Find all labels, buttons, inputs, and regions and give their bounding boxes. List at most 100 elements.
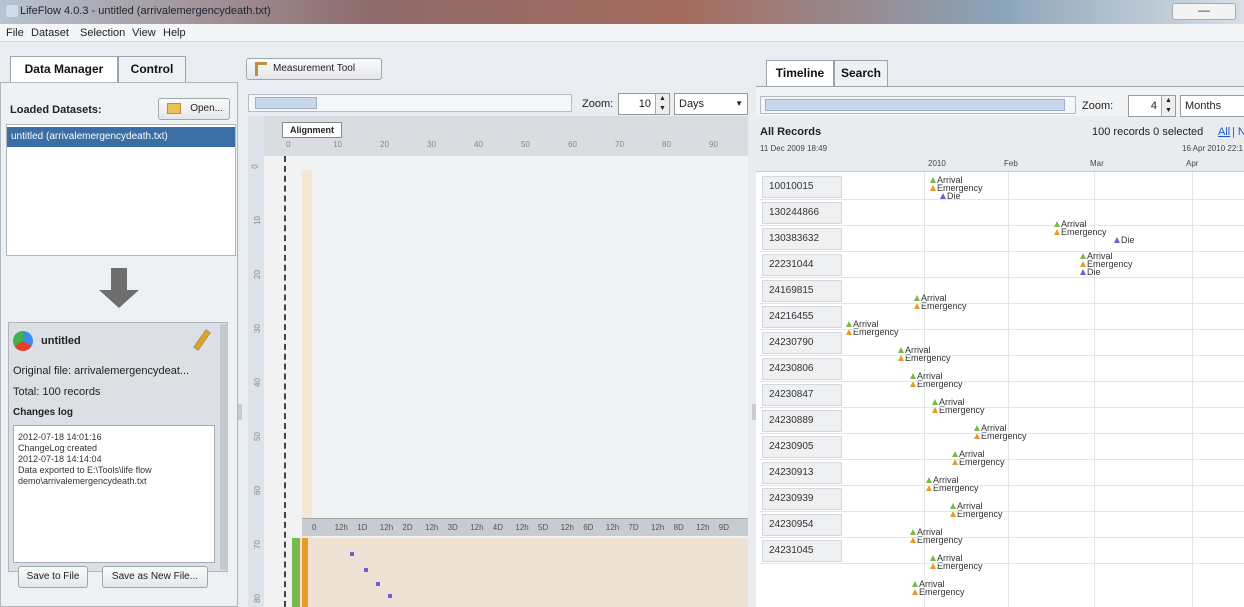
open-button[interactable]: Open...: [158, 98, 230, 120]
dataset-pie-icon: [13, 331, 33, 351]
record-id[interactable]: 24230790: [762, 332, 842, 354]
hour-tick-label: 7D: [628, 523, 639, 532]
left-tick-label: 50: [252, 432, 262, 441]
record-id[interactable]: 130383632: [762, 228, 842, 250]
dataset-list[interactable]: untitled (arrivalemergencydeath.txt): [6, 124, 236, 256]
alignment-view[interactable]: Alignment: [264, 116, 748, 607]
timeline-row[interactable]: 130244866: [760, 200, 1244, 226]
menu-view[interactable]: View: [132, 27, 156, 39]
select-all-link[interactable]: All: [1218, 126, 1230, 138]
timeline-row[interactable]: 24230913: [760, 460, 1244, 486]
top-tick-label: 70: [615, 140, 624, 149]
tab-timeline[interactable]: Timeline: [766, 60, 834, 86]
menu-file[interactable]: File: [6, 27, 24, 39]
hour-tick-label: 12h: [470, 523, 484, 532]
hour-tick-label: 6D: [583, 523, 594, 532]
tab-data-manager[interactable]: Data Manager: [10, 56, 118, 82]
scroll-thumb[interactable]: [255, 97, 317, 109]
left-tick-label: 40: [252, 378, 262, 387]
log-line: demo\arrivalemergencydeath.txt: [18, 476, 147, 486]
hour-tick-label: 12h: [605, 523, 620, 532]
record-id[interactable]: 24216455: [762, 306, 842, 328]
middle-horizontal-scrollbar[interactable]: [248, 94, 572, 112]
tab-control[interactable]: Control: [118, 56, 186, 82]
timeline-zoom-unit[interactable]: Months: [1180, 95, 1244, 117]
hour-tick-label: 5D: [538, 523, 549, 532]
card-scrollbar[interactable]: [220, 324, 228, 570]
timeline-row[interactable]: 24216455: [760, 304, 1244, 330]
record-id[interactable]: 24230806: [762, 358, 842, 380]
record-id[interactable]: 24230889: [762, 410, 842, 432]
record-id[interactable]: 10010015: [762, 176, 842, 198]
save-as-new-file-button[interactable]: Save as New File...: [102, 566, 208, 588]
event-emergency[interactable]: Emergency: [912, 588, 965, 597]
record-id[interactable]: 24230939: [762, 488, 842, 510]
splitter-handle[interactable]: [238, 404, 242, 420]
record-id[interactable]: 24231045: [762, 540, 842, 562]
alignment-line: [284, 156, 289, 607]
lower-flow-area: [292, 538, 748, 607]
edit-pencil-icon[interactable]: [193, 329, 211, 351]
changes-log: 2012-07-18 14:01:16 ChangeLog created 20…: [13, 425, 215, 563]
menu-selection[interactable]: Selection: [80, 27, 125, 39]
start-time: 11 Dec 2009 18:49: [760, 144, 828, 153]
folder-icon: [167, 103, 181, 114]
left-tick-label: 60: [252, 486, 262, 495]
timeline-row[interactable]: 24169815: [760, 278, 1244, 304]
tab-search[interactable]: Search: [834, 60, 888, 86]
timeline-row[interactable]: 24230806: [760, 356, 1244, 382]
timeline-row[interactable]: 24230905: [760, 434, 1244, 460]
hour-tick-label: 12h: [379, 523, 394, 532]
timeline-horizontal-scrollbar[interactable]: [760, 96, 1076, 114]
timeline-row[interactable]: 24230847: [760, 382, 1244, 408]
sequence-bar: [302, 170, 312, 550]
menu-help[interactable]: Help: [163, 27, 186, 39]
timeline-row[interactable]: 24230954: [760, 512, 1244, 538]
alignment-label: Alignment: [282, 122, 342, 138]
middle-zoom-spinner[interactable]: 10 ▲ ▼: [618, 93, 670, 115]
middle-left-gutter: [248, 116, 264, 607]
spinner-arrows-icon[interactable]: ▲ ▼: [1161, 96, 1175, 116]
left-tick-label: 10: [252, 216, 262, 225]
hour-tick-label: 8D: [673, 523, 684, 532]
left-tick-label: 30: [252, 324, 262, 333]
menu-dataset[interactable]: Dataset: [31, 27, 69, 39]
spinner-arrows-icon[interactable]: ▲ ▼: [655, 94, 669, 114]
timeline-row[interactable]: 24231045: [760, 538, 1244, 564]
event-triangle-icon: [930, 177, 936, 183]
record-id[interactable]: 24169815: [762, 280, 842, 302]
record-id[interactable]: 24230954: [762, 514, 842, 536]
timeline-row[interactable]: 24230790: [760, 330, 1244, 356]
timeline-row[interactable]: 10010015: [760, 174, 1244, 200]
timeline-row[interactable]: 24230889: [760, 408, 1244, 434]
event-triangle-icon: [930, 185, 936, 191]
dataset-name: untitled: [41, 335, 81, 347]
timeline-row[interactable]: 22231044: [760, 252, 1244, 278]
record-id[interactable]: 130244866: [762, 202, 842, 224]
record-id[interactable]: 24230913: [762, 462, 842, 484]
middle-zoom-unit[interactable]: Days ▼: [674, 93, 748, 115]
select-none-link[interactable]: | N: [1232, 126, 1244, 138]
hour-tick-label: 12h: [515, 523, 529, 532]
record-id[interactable]: 24230847: [762, 384, 842, 406]
save-to-file-button[interactable]: Save to File: [18, 566, 88, 588]
left-tick-label: 80: [252, 594, 262, 603]
record-id[interactable]: 24230905: [762, 436, 842, 458]
record-id[interactable]: 22231044: [762, 254, 842, 276]
hour-tick-label: 9D: [718, 523, 730, 532]
top-tick-label: 80: [662, 140, 671, 149]
records-info: 100 records 0 selected: [1092, 126, 1204, 138]
arrival-bar: [292, 538, 300, 607]
timeline-zoom-spinner[interactable]: 4 ▲ ▼: [1128, 95, 1176, 117]
log-line: 2012-07-18 14:01:16: [18, 432, 102, 442]
left-tick-label: 20: [252, 270, 262, 279]
scroll-thumb[interactable]: [765, 99, 1065, 111]
timeline-row[interactable]: 130383632: [760, 226, 1244, 252]
top-tick-label: 10: [333, 140, 342, 149]
dataset-item[interactable]: untitled (arrivalemergencydeath.txt): [7, 127, 235, 147]
minimize-button[interactable]: —: [1172, 3, 1236, 20]
log-line: 2012-07-18 14:14:04: [18, 454, 102, 464]
measurement-tool-button[interactable]: Measurement Tool: [246, 58, 382, 80]
hour-tick-label: 12h: [651, 523, 665, 532]
timeline-row[interactable]: 24230939: [760, 486, 1244, 512]
